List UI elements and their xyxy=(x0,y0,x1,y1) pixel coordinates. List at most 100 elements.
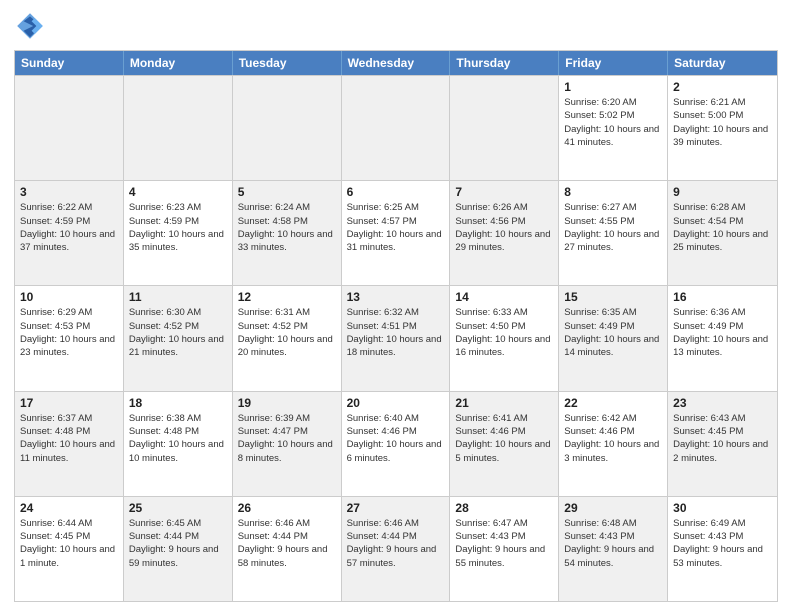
day-number: 23 xyxy=(673,396,772,410)
day-info: Sunset: 4:49 PM xyxy=(673,320,772,333)
day-number: 19 xyxy=(238,396,336,410)
day-13: 13Sunrise: 6:32 AMSunset: 4:51 PMDayligh… xyxy=(342,286,451,390)
day-info: Daylight: 10 hours and 35 minutes. xyxy=(129,228,227,255)
day-info: Sunrise: 6:42 AM xyxy=(564,412,662,425)
day-info: Sunrise: 6:20 AM xyxy=(564,96,662,109)
day-info: Sunrise: 6:46 AM xyxy=(238,517,336,530)
header-monday: Monday xyxy=(124,51,233,75)
day-info: Sunrise: 6:45 AM xyxy=(129,517,227,530)
day-info: Sunset: 4:44 PM xyxy=(129,530,227,543)
day-info: Sunrise: 6:24 AM xyxy=(238,201,336,214)
empty-cell xyxy=(124,76,233,180)
day-16: 16Sunrise: 6:36 AMSunset: 4:49 PMDayligh… xyxy=(668,286,777,390)
day-info: Sunrise: 6:31 AM xyxy=(238,306,336,319)
calendar: SundayMondayTuesdayWednesdayThursdayFrid… xyxy=(14,50,778,602)
day-23: 23Sunrise: 6:43 AMSunset: 4:45 PMDayligh… xyxy=(668,392,777,496)
day-info: Daylight: 10 hours and 39 minutes. xyxy=(673,123,772,150)
day-info: Sunset: 4:48 PM xyxy=(129,425,227,438)
day-info: Daylight: 10 hours and 6 minutes. xyxy=(347,438,445,465)
day-info: Sunset: 4:48 PM xyxy=(20,425,118,438)
day-number: 26 xyxy=(238,501,336,515)
header-saturday: Saturday xyxy=(668,51,777,75)
day-info: Daylight: 10 hours and 10 minutes. xyxy=(129,438,227,465)
day-info: Daylight: 10 hours and 13 minutes. xyxy=(673,333,772,360)
day-info: Sunrise: 6:30 AM xyxy=(129,306,227,319)
day-12: 12Sunrise: 6:31 AMSunset: 4:52 PMDayligh… xyxy=(233,286,342,390)
day-number: 22 xyxy=(564,396,662,410)
day-info: Daylight: 10 hours and 1 minute. xyxy=(20,543,118,570)
day-4: 4Sunrise: 6:23 AMSunset: 4:59 PMDaylight… xyxy=(124,181,233,285)
day-number: 10 xyxy=(20,290,118,304)
day-2: 2Sunrise: 6:21 AMSunset: 5:00 PMDaylight… xyxy=(668,76,777,180)
day-number: 15 xyxy=(564,290,662,304)
day-info: Daylight: 10 hours and 5 minutes. xyxy=(455,438,553,465)
day-info: Daylight: 10 hours and 33 minutes. xyxy=(238,228,336,255)
day-number: 8 xyxy=(564,185,662,199)
calendar-body: 1Sunrise: 6:20 AMSunset: 5:02 PMDaylight… xyxy=(15,75,777,601)
day-28: 28Sunrise: 6:47 AMSunset: 4:43 PMDayligh… xyxy=(450,497,559,601)
day-info: Sunset: 4:46 PM xyxy=(455,425,553,438)
day-15: 15Sunrise: 6:35 AMSunset: 4:49 PMDayligh… xyxy=(559,286,668,390)
day-info: Sunset: 4:54 PM xyxy=(673,215,772,228)
header xyxy=(14,10,778,42)
day-info: Sunset: 4:45 PM xyxy=(673,425,772,438)
day-number: 11 xyxy=(129,290,227,304)
day-info: Sunrise: 6:48 AM xyxy=(564,517,662,530)
day-info: Sunrise: 6:32 AM xyxy=(347,306,445,319)
day-number: 27 xyxy=(347,501,445,515)
day-number: 9 xyxy=(673,185,772,199)
day-info: Daylight: 10 hours and 27 minutes. xyxy=(564,228,662,255)
day-number: 1 xyxy=(564,80,662,94)
page: SundayMondayTuesdayWednesdayThursdayFrid… xyxy=(0,0,792,612)
day-8: 8Sunrise: 6:27 AMSunset: 4:55 PMDaylight… xyxy=(559,181,668,285)
day-info: Sunset: 4:43 PM xyxy=(673,530,772,543)
day-info: Daylight: 10 hours and 41 minutes. xyxy=(564,123,662,150)
day-info: Sunset: 4:52 PM xyxy=(129,320,227,333)
day-14: 14Sunrise: 6:33 AMSunset: 4:50 PMDayligh… xyxy=(450,286,559,390)
day-number: 7 xyxy=(455,185,553,199)
day-info: Sunrise: 6:37 AM xyxy=(20,412,118,425)
day-number: 30 xyxy=(673,501,772,515)
day-number: 12 xyxy=(238,290,336,304)
day-info: Daylight: 10 hours and 21 minutes. xyxy=(129,333,227,360)
day-22: 22Sunrise: 6:42 AMSunset: 4:46 PMDayligh… xyxy=(559,392,668,496)
day-info: Sunrise: 6:22 AM xyxy=(20,201,118,214)
logo xyxy=(14,10,50,42)
day-3: 3Sunrise: 6:22 AMSunset: 4:59 PMDaylight… xyxy=(15,181,124,285)
day-info: Sunrise: 6:26 AM xyxy=(455,201,553,214)
day-info: Sunset: 4:59 PM xyxy=(129,215,227,228)
calendar-header: SundayMondayTuesdayWednesdayThursdayFrid… xyxy=(15,51,777,75)
day-info: Sunset: 4:53 PM xyxy=(20,320,118,333)
day-info: Sunset: 4:47 PM xyxy=(238,425,336,438)
day-info: Sunrise: 6:25 AM xyxy=(347,201,445,214)
day-5: 5Sunrise: 6:24 AMSunset: 4:58 PMDaylight… xyxy=(233,181,342,285)
day-number: 18 xyxy=(129,396,227,410)
header-thursday: Thursday xyxy=(450,51,559,75)
day-info: Sunrise: 6:43 AM xyxy=(673,412,772,425)
day-25: 25Sunrise: 6:45 AMSunset: 4:44 PMDayligh… xyxy=(124,497,233,601)
logo-icon xyxy=(14,10,46,42)
day-info: Sunset: 4:43 PM xyxy=(455,530,553,543)
day-20: 20Sunrise: 6:40 AMSunset: 4:46 PMDayligh… xyxy=(342,392,451,496)
day-info: Daylight: 10 hours and 23 minutes. xyxy=(20,333,118,360)
day-info: Sunset: 4:43 PM xyxy=(564,530,662,543)
day-21: 21Sunrise: 6:41 AMSunset: 4:46 PMDayligh… xyxy=(450,392,559,496)
day-info: Sunrise: 6:28 AM xyxy=(673,201,772,214)
week-3: 10Sunrise: 6:29 AMSunset: 4:53 PMDayligh… xyxy=(15,285,777,390)
day-info: Sunset: 4:57 PM xyxy=(347,215,445,228)
day-27: 27Sunrise: 6:46 AMSunset: 4:44 PMDayligh… xyxy=(342,497,451,601)
day-number: 6 xyxy=(347,185,445,199)
day-number: 17 xyxy=(20,396,118,410)
day-info: Sunset: 4:51 PM xyxy=(347,320,445,333)
day-number: 29 xyxy=(564,501,662,515)
header-sunday: Sunday xyxy=(15,51,124,75)
day-info: Sunrise: 6:40 AM xyxy=(347,412,445,425)
header-tuesday: Tuesday xyxy=(233,51,342,75)
day-info: Sunset: 4:56 PM xyxy=(455,215,553,228)
day-info: Sunset: 4:44 PM xyxy=(238,530,336,543)
day-info: Sunrise: 6:23 AM xyxy=(129,201,227,214)
day-info: Sunset: 4:44 PM xyxy=(347,530,445,543)
day-24: 24Sunrise: 6:44 AMSunset: 4:45 PMDayligh… xyxy=(15,497,124,601)
day-info: Sunrise: 6:47 AM xyxy=(455,517,553,530)
day-info: Daylight: 9 hours and 59 minutes. xyxy=(129,543,227,570)
